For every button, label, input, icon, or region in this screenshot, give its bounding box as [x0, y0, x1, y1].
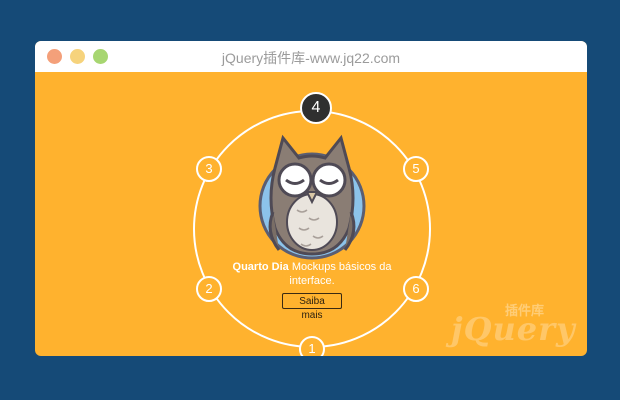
- step-node-5[interactable]: 5: [403, 156, 429, 182]
- step-caption: Quarto Dia Mockups básicos da interface.: [227, 260, 397, 288]
- step-caption-text: Mockups básicos da interface.: [289, 261, 392, 287]
- step-node-1[interactable]: 1: [299, 336, 325, 356]
- browser-window: jQuery插件库-www.jq22.com 1 2 3 4 5 6 Quart…: [35, 41, 587, 356]
- step-node-2[interactable]: 2: [196, 276, 222, 302]
- watermark-word: jQuery: [451, 310, 576, 348]
- jquery-watermark-logo: 插件库 jQuery: [447, 298, 577, 350]
- window-title: jQuery插件库-www.jq22.com: [221, 50, 401, 66]
- owl-illustration: [258, 134, 366, 260]
- step-caption-title: Quarto Dia: [232, 261, 289, 273]
- step-node-4-active[interactable]: 4: [300, 92, 332, 124]
- step-node-6[interactable]: 6: [403, 276, 429, 302]
- step-node-3[interactable]: 3: [196, 156, 222, 182]
- circle-carousel: 1 2 3 4 5 6 Quarto Dia Mockups básicos d…: [35, 72, 587, 356]
- saiba-mais-button[interactable]: Saiba mais: [282, 293, 342, 321]
- title-bar: jQuery插件库-www.jq22.com: [35, 41, 587, 72]
